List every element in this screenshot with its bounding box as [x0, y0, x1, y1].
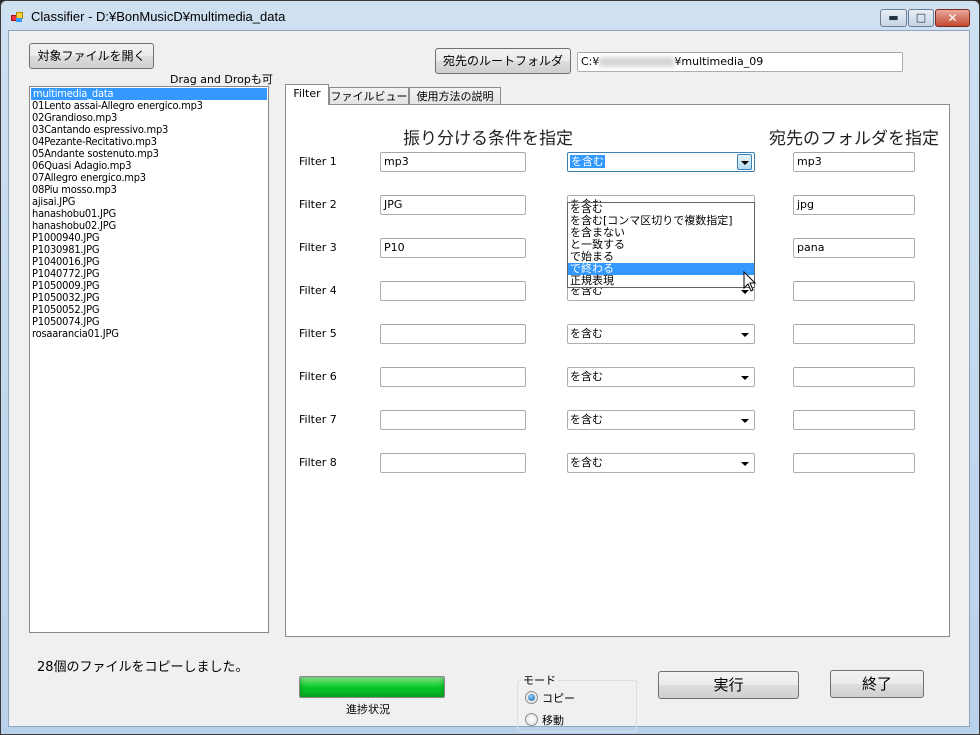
minimize-button[interactable]: ▬ — [880, 9, 907, 27]
progress-bar — [299, 676, 445, 698]
destination-heading: 宛先のフォルダを指定 — [769, 129, 939, 149]
maximize-icon: □ — [915, 11, 927, 24]
mode-copy-radio[interactable] — [525, 691, 538, 704]
maximize-button[interactable]: □ — [908, 9, 934, 27]
dest-path-suffix: ¥multimedia_09 — [674, 55, 764, 68]
status-message: 28個のファイルをコピーしました。 — [37, 660, 249, 675]
file-list[interactable]: multimedia_data 01Lento assai-Allegro ene… — [29, 86, 269, 633]
filter-8-dest-field[interactable] — [793, 453, 915, 473]
filter-5-dest-field[interactable] — [793, 324, 915, 344]
filter-8-label: Filter 8 — [299, 456, 337, 469]
close-icon: ✕ — [947, 11, 958, 25]
dropdown-option[interactable]: 正規表現 — [568, 275, 754, 287]
mode-copy-label[interactable]: コピー — [542, 690, 575, 706]
filter-8-condition-value: を含む — [570, 456, 603, 469]
run-button-label: 実行 — [713, 676, 744, 694]
dest-path-prefix: C:¥ — [581, 55, 600, 68]
filter-1-value-field[interactable]: mp3 — [380, 152, 526, 172]
mode-move-label[interactable]: 移動 — [542, 712, 564, 728]
dest-root-folder-label: 宛先のルートフォルダ — [442, 54, 563, 68]
tab-filter[interactable]: Filter — [285, 84, 329, 105]
chevron-down-icon[interactable] — [737, 154, 752, 170]
filter-3-dest-field[interactable]: pana — [793, 238, 915, 258]
filter-1-label: Filter 1 — [299, 155, 337, 168]
filter-5-value-field[interactable] — [380, 324, 526, 344]
run-button[interactable]: 実行 — [658, 671, 799, 699]
filter-2-dest-field[interactable]: jpg — [793, 195, 915, 215]
filter-6-dest-field[interactable] — [793, 367, 915, 387]
file-list-item[interactable]: rosaarancia01.JPG — [30, 328, 268, 340]
filter-2-value-field[interactable]: JPG — [380, 195, 526, 215]
filter-7-condition-value: を含む — [570, 413, 603, 426]
chevron-down-icon[interactable] — [738, 370, 752, 384]
exit-button[interactable]: 終了 — [830, 670, 924, 698]
tab-usage-label: 使用方法の説明 — [416, 90, 494, 103]
filter-6-value-field[interactable] — [380, 367, 526, 387]
condition-heading: 振り分ける条件を指定 — [403, 129, 573, 149]
filter-4-label: Filter 4 — [299, 284, 337, 297]
filter-4-value-field[interactable] — [380, 281, 526, 301]
filter-5-condition-select[interactable]: を含む — [567, 324, 755, 344]
filter-1-condition-value: を含む — [570, 155, 605, 168]
filter-8-value-field[interactable] — [380, 453, 526, 473]
filter-1-condition-select[interactable]: を含む — [567, 152, 755, 172]
dest-root-folder-button[interactable]: 宛先のルートフォルダ — [435, 48, 571, 74]
dest-root-path-field[interactable]: C:¥ ¥multimedia_09 — [577, 52, 903, 72]
window-title: Classifier - D:¥BonMusicD¥multimedia_dat… — [31, 9, 286, 24]
mode-group-title: モード — [521, 672, 558, 688]
minimize-icon: ▬ — [888, 11, 899, 24]
mode-move-radio[interactable] — [525, 713, 538, 726]
progress-fill — [300, 677, 444, 697]
filter-6-label: Filter 6 — [299, 370, 337, 383]
filter-5-label: Filter 5 — [299, 327, 337, 340]
open-files-label: 対象ファイルを開く — [37, 49, 146, 63]
app-icon[interactable] — [11, 12, 23, 23]
filter-2-label: Filter 2 — [299, 198, 337, 211]
mouse-cursor-icon — [743, 271, 757, 292]
filter-6-condition-value: を含む — [570, 370, 603, 383]
filter-3-label: Filter 3 — [299, 241, 337, 254]
open-files-button[interactable]: 対象ファイルを開く — [29, 43, 154, 69]
chevron-down-icon[interactable] — [738, 456, 752, 470]
filter-4-dest-field[interactable] — [793, 281, 915, 301]
client-area: 対象ファイルを開く Drag and Dropも可 宛先のルートフォルダ C:¥… — [8, 30, 970, 732]
close-button[interactable]: ✕ — [935, 9, 970, 27]
chevron-down-icon[interactable] — [738, 413, 752, 427]
title-bar[interactable]: Classifier - D:¥BonMusicD¥multimedia_dat… — [1, 1, 979, 33]
filter-7-condition-select[interactable]: を含む — [567, 410, 755, 430]
drag-drop-hint: Drag and Dropも可 — [170, 73, 273, 86]
redacted-path-segment — [599, 57, 675, 67]
chevron-down-icon[interactable] — [738, 327, 752, 341]
progress-label: 進捗状況 — [346, 703, 390, 716]
condition-dropdown-list[interactable]: を含む を含む[コンマ区切りで複数指定] を含まない と一致する で始まる で終わる 正規表… — [567, 202, 755, 288]
tab-filter-label: Filter — [293, 87, 321, 100]
filter-6-condition-select[interactable]: を含む — [567, 367, 755, 387]
filter-5-condition-value: を含む — [570, 327, 603, 340]
filter-3-value-field[interactable]: P10 — [380, 238, 526, 258]
filter-8-condition-select[interactable]: を含む — [567, 453, 755, 473]
filter-7-label: Filter 7 — [299, 413, 337, 426]
filter-7-dest-field[interactable] — [793, 410, 915, 430]
exit-button-label: 終了 — [861, 675, 892, 693]
filter-7-value-field[interactable] — [380, 410, 526, 430]
filter-1-dest-field[interactable]: mp3 — [793, 152, 915, 172]
